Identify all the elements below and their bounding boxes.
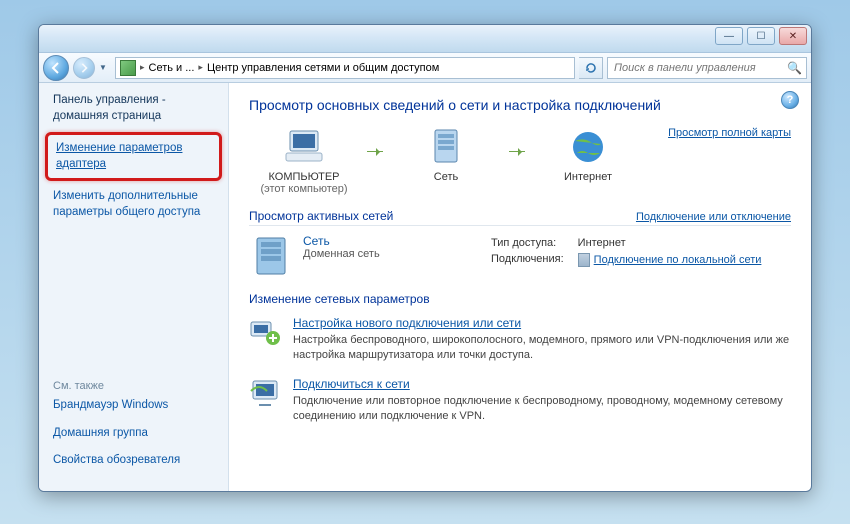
help-icon[interactable]: ? — [781, 91, 799, 109]
back-button[interactable] — [43, 55, 69, 81]
highlight-box: Изменение параметров адаптера — [45, 132, 222, 181]
internet-options-link[interactable]: Свойства обозревателя — [53, 453, 214, 469]
close-button[interactable]: ✕ — [779, 27, 807, 45]
active-networks-heading: Просмотр активных сетей — [249, 209, 393, 225]
search-box[interactable]: 🔍 — [607, 57, 807, 79]
computer-icon — [280, 127, 328, 167]
connect-network-icon — [249, 377, 281, 409]
network-name[interactable]: Сеть — [303, 234, 380, 248]
connect-disconnect-link[interactable]: Подключение или отключение — [636, 211, 791, 223]
local-area-connection-link[interactable]: Подключение по локальной сети — [594, 254, 762, 266]
network-center-icon — [120, 60, 136, 76]
main-content: ? Просмотр основных сведений о сети и на… — [229, 83, 811, 491]
view-full-map-link[interactable]: Просмотр полной карты — [651, 127, 791, 139]
task-description: Настройка беспроводного, широкополосного… — [293, 333, 791, 363]
task-description: Подключение или повторное подключение к … — [293, 394, 791, 424]
setup-connection-icon — [249, 316, 281, 348]
connect-to-network-link[interactable]: Подключиться к сети — [293, 377, 791, 391]
minimize-button[interactable]: — — [715, 27, 743, 45]
search-input[interactable] — [612, 61, 787, 75]
internet-icon — [564, 127, 612, 167]
control-panel-home-link[interactable]: Панель управления - домашняя страница — [53, 93, 214, 124]
breadcrumb-separator: ▸ — [198, 62, 203, 73]
breadcrumb-item[interactable]: Центр управления сетями и общим доступом — [207, 62, 439, 74]
network-icon — [422, 127, 470, 167]
sidebar: Панель управления - домашняя страница Из… — [39, 83, 229, 491]
homegroup-link[interactable]: Домашняя группа — [53, 426, 214, 442]
breadcrumb-item[interactable]: Сеть и ... — [149, 62, 195, 74]
firewall-link[interactable]: Брандмауэр Windows — [53, 398, 214, 414]
task-list: Настройка нового подключения или сети На… — [249, 316, 791, 423]
control-panel-window: — ☐ ✕ ▼ ▸ Сеть и ... ▸ Центр управления … — [38, 24, 812, 492]
active-network-block: Сеть Доменная сеть Тип доступа: Интернет… — [249, 234, 791, 278]
access-type-value: Интернет — [572, 236, 768, 250]
maximize-button[interactable]: ☐ — [747, 27, 775, 45]
domain-network-icon — [249, 234, 293, 278]
connection-line — [367, 151, 383, 152]
advanced-sharing-settings-link[interactable]: Изменить дополнительные параметры общего… — [53, 189, 214, 220]
network-map: КОМПЬЮТЕР (этот компьютер) Сеть Интернет — [249, 127, 791, 195]
connections-label: Подключения: — [485, 252, 570, 268]
connection-line — [509, 151, 525, 152]
ethernet-icon — [578, 253, 590, 267]
node-label: Интернет — [533, 171, 643, 183]
address-bar[interactable]: ▸ Сеть и ... ▸ Центр управления сетями и… — [115, 57, 575, 79]
node-label: КОМПЬЮТЕР — [249, 171, 359, 183]
node-label: Сеть — [391, 171, 501, 183]
search-icon: 🔍 — [787, 61, 802, 75]
network-type: Доменная сеть — [303, 248, 380, 260]
breadcrumb-separator: ▸ — [140, 62, 145, 73]
change-network-settings-heading: Изменение сетевых параметров — [249, 292, 430, 308]
page-title: Просмотр основных сведений о сети и наст… — [249, 97, 791, 113]
titlebar: — ☐ ✕ — [39, 25, 811, 53]
access-type-label: Тип доступа: — [485, 236, 570, 250]
setup-new-connection-link[interactable]: Настройка нового подключения или сети — [293, 316, 791, 330]
node-sublabel: (этот компьютер) — [249, 183, 359, 195]
history-dropdown[interactable]: ▼ — [99, 63, 111, 72]
see-also-heading: См. также — [53, 380, 214, 392]
refresh-button[interactable] — [579, 57, 603, 79]
change-adapter-settings-link[interactable]: Изменение параметров адаптера — [56, 141, 211, 172]
forward-button[interactable] — [73, 57, 95, 79]
navigation-bar: ▼ ▸ Сеть и ... ▸ Центр управления сетями… — [39, 53, 811, 83]
